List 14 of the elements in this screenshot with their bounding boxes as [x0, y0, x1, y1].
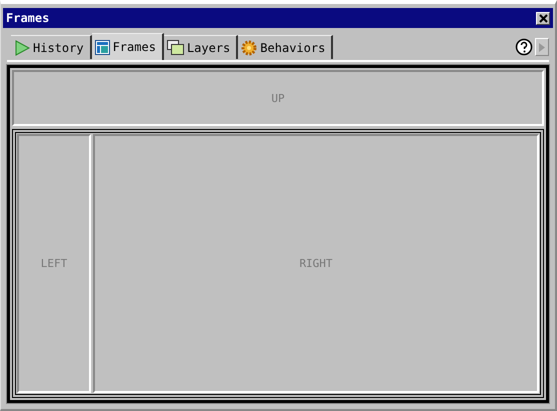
close-icon — [538, 14, 548, 22]
help-button[interactable] — [515, 38, 533, 56]
close-button[interactable] — [536, 12, 550, 24]
play-icon — [14, 40, 30, 56]
tab[interactable]: Frames — [92, 33, 164, 60]
gear-icon — [241, 40, 258, 56]
arrow-right-icon — [539, 42, 545, 52]
frames-icon — [94, 40, 110, 54]
window-title: Frames — [6, 11, 50, 25]
help-icon — [515, 38, 533, 56]
layers-icon — [166, 40, 184, 55]
tab[interactable]: Behaviors — [238, 35, 334, 59]
tab[interactable]: Layers — [164, 35, 238, 59]
tab[interactable]: History — [11, 35, 92, 59]
